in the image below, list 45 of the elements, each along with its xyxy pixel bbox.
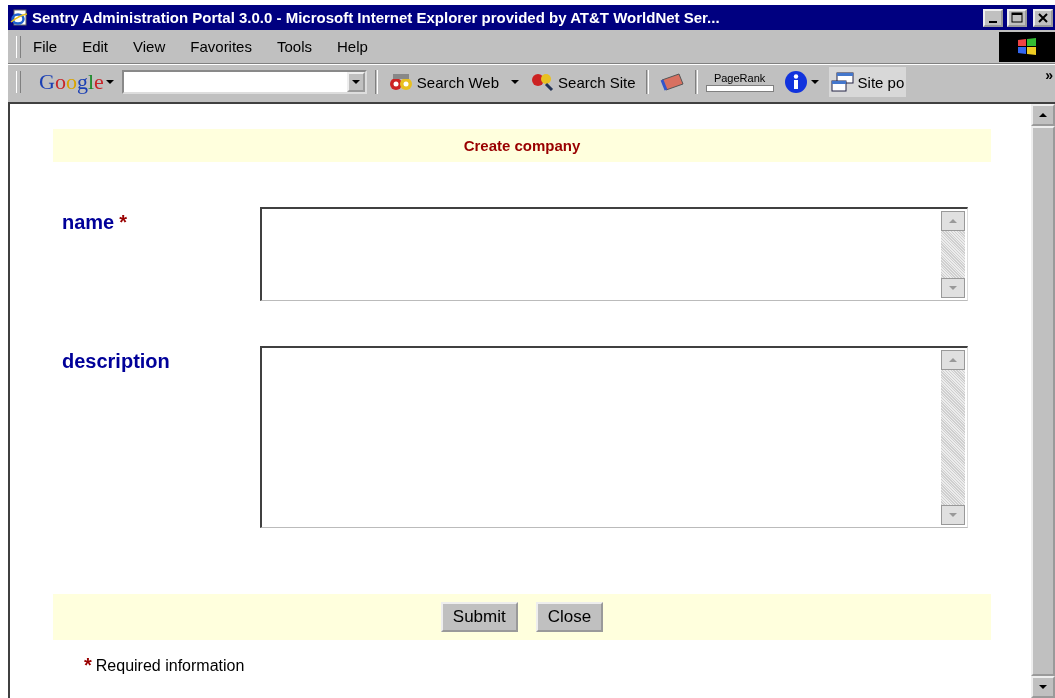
field-label: name [62,211,115,234]
caret-icon [351,79,360,85]
field-label: description [62,350,170,373]
more-chevron[interactable]: » [1045,67,1053,83]
form-title: Create company [463,137,581,154]
up-arrow-icon [948,218,958,224]
required-asterisk: * [119,211,128,234]
close-icon [1038,12,1048,23]
windows-logo-icon [999,31,1055,62]
windows-icon [830,71,855,93]
menu-item[interactable]: Help [337,38,368,55]
search-web-button[interactable]: Search Web [385,72,522,92]
menu-item[interactable]: Favorites [190,38,252,55]
search-site-button[interactable]: Search Site [529,72,638,92]
minimize-icon [989,20,997,23]
down-arrow-icon [1038,684,1048,690]
pagerank-label: PageRank [713,72,766,84]
menu-item[interactable]: File [33,38,58,55]
dropdown-button[interactable] [346,72,365,92]
form-button[interactable]: Close [535,602,604,632]
google-logo[interactable]: Google [39,69,114,95]
info-icon [783,70,808,94]
search-field[interactable] [121,70,367,94]
caret-icon [810,79,819,85]
maximize-icon [1011,12,1023,23]
menu-item[interactable]: View [133,38,166,55]
down-arrow-icon [948,285,958,291]
maximize-button[interactable] [1007,8,1027,27]
caret-icon [511,79,520,85]
window-title: Sentry Administration Portal 3.0.0 - Microsoft Internet Explorer provided by AT&T WorldNet Ser... [32,9,721,26]
down-arrow-icon [948,512,958,518]
site-popup-button[interactable]: Site po [828,67,907,97]
magnifier-icon [531,72,556,92]
caret-icon [105,79,114,85]
required-asterisk: * [84,654,92,677]
up-arrow-icon [948,357,958,363]
menu-item[interactable]: Edit [82,38,109,55]
up-arrow-icon [1038,112,1048,118]
text-area[interactable] [260,207,968,301]
minimize-button[interactable] [983,8,1003,27]
close-button[interactable] [1033,8,1053,27]
binoculars-icon [387,72,414,92]
form-button[interactable]: Submit [440,602,518,632]
menu-item[interactable]: Tools [276,38,312,55]
required-note: Required information [95,657,245,675]
